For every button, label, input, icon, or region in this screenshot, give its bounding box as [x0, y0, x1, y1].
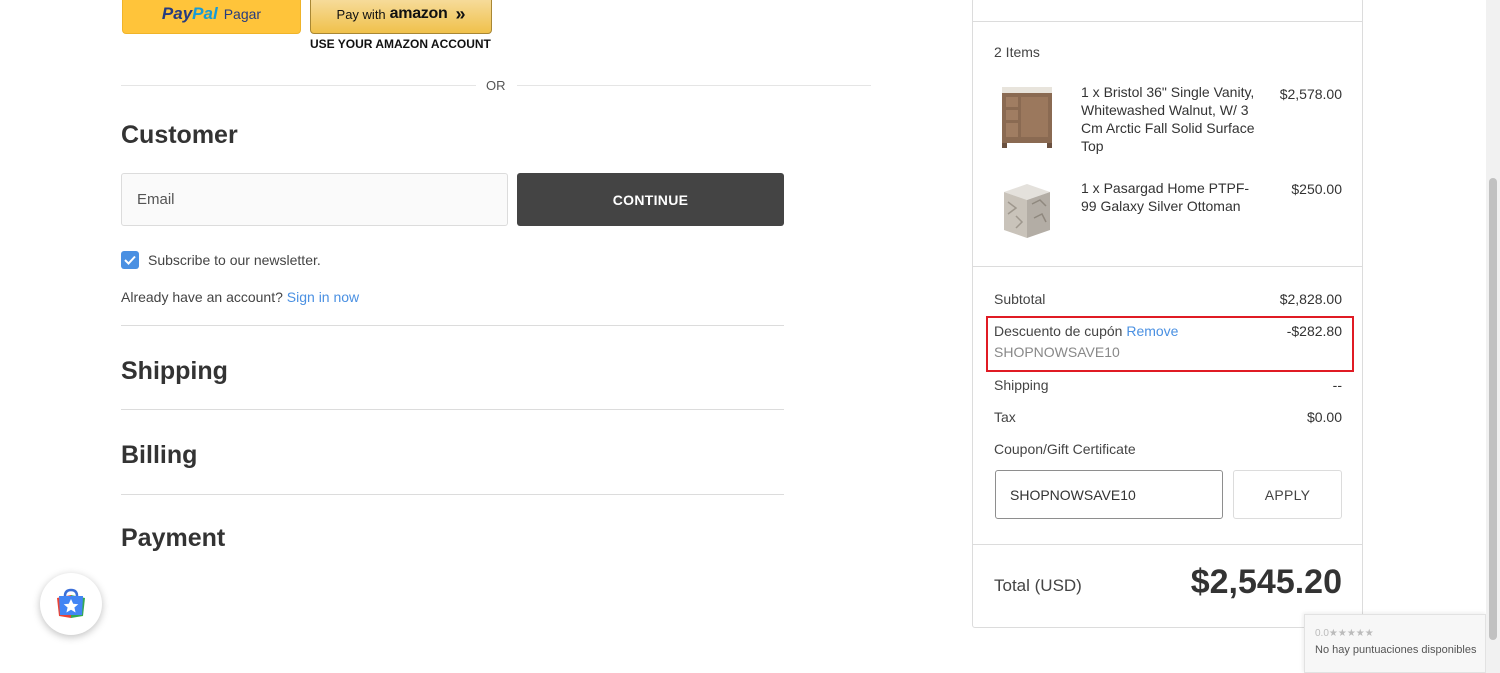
- account-prompt: Already have an account? Sign in now: [121, 289, 359, 305]
- total-value: $2,545.20: [1190, 563, 1342, 601]
- summary-divider: [973, 266, 1363, 267]
- amazon-pay-prefix: Pay with: [336, 6, 386, 22]
- shipping-value: --: [1332, 377, 1342, 393]
- checkmark-icon: [124, 255, 136, 265]
- apply-button[interactable]: APPLY: [1233, 470, 1342, 519]
- subtotal-value: $2,828.00: [1279, 291, 1342, 307]
- customer-title: Customer: [121, 121, 238, 149]
- tax-label: Tax: [994, 409, 1016, 425]
- total-label: Total (USD): [994, 576, 1082, 595]
- amazon-pay-button[interactable]: Pay with amazon »: [310, 0, 492, 34]
- tax-value: $0.00: [1306, 409, 1342, 425]
- star-icon: ★★★★★: [1328, 628, 1374, 639]
- paypal-button[interactable]: PayPal Pagar: [122, 0, 301, 34]
- or-label: OR: [486, 78, 506, 93]
- section-divider: [121, 494, 784, 495]
- discount-label: Descuento de cupón: [994, 323, 1123, 339]
- cart-item-price: $250.00: [1291, 181, 1342, 197]
- amazon-logo: amazon: [389, 5, 448, 22]
- double-chevron-right-icon: »: [455, 3, 466, 24]
- account-prompt-text: Already have an account?: [121, 289, 283, 305]
- section-divider: [121, 325, 784, 326]
- vanity-image: [996, 83, 1058, 149]
- shipping-label: Shipping: [994, 377, 1049, 393]
- or-divider-right: [517, 85, 871, 86]
- discount-value: -$282.80: [1286, 323, 1342, 339]
- coupon-input[interactable]: [995, 470, 1223, 519]
- continue-button[interactable]: CONTINUE: [517, 173, 784, 226]
- items-count: 2 Items: [994, 44, 1040, 60]
- paypal-button-label: Pagar: [223, 6, 262, 22]
- rating-score: 0.0: [1315, 628, 1329, 639]
- applied-coupon-code: SHOPNOWSAVE10: [994, 344, 1120, 360]
- remove-coupon-link[interactable]: Remove: [1126, 323, 1178, 339]
- newsletter-label: Subscribe to our newsletter.: [148, 252, 321, 268]
- cart-item-price: $2,578.00: [1279, 86, 1342, 102]
- subtotal-label: Subtotal: [994, 291, 1046, 307]
- payment-step-title: Payment: [121, 524, 226, 552]
- billing-step-title: Billing: [121, 441, 198, 469]
- discount-row: Descuento de cupón Remove: [994, 323, 1178, 339]
- paypal-logo: PayPal: [161, 4, 218, 23]
- amazon-caption: USE YOUR AMAZON ACCOUNT: [310, 37, 491, 51]
- email-field[interactable]: [121, 173, 508, 226]
- summary-divider: [973, 21, 1363, 22]
- rating-stars: 0.0★★★★★: [1315, 628, 1374, 639]
- cart-item-name: 1 x Bristol 36" Single Vanity, Whitewash…: [1081, 84, 1255, 154]
- cart-item-name: 1 x Pasargad Home PTPF-99 Galaxy Silver …: [1081, 180, 1250, 214]
- newsletter-checkbox[interactable]: [121, 251, 139, 269]
- rating-widget[interactable]: 0.0★★★★★ No hay puntuaciones disponibles: [1304, 614, 1486, 673]
- section-divider: [121, 409, 784, 410]
- shopping-app-button[interactable]: [40, 573, 102, 635]
- summary-divider: [973, 544, 1363, 545]
- coupon-gift-link[interactable]: Coupon/Gift Certificate: [994, 441, 1136, 457]
- shipping-step-title: Shipping: [121, 357, 228, 385]
- ottoman-image: [996, 178, 1058, 244]
- or-divider-left: [121, 85, 476, 86]
- scrollbar-thumb[interactable]: [1489, 178, 1497, 640]
- rating-text: No hay puntuaciones disponibles: [1315, 644, 1477, 656]
- sign-in-link[interactable]: Sign in now: [287, 289, 359, 305]
- shopping-bag-star-icon: [57, 588, 85, 618]
